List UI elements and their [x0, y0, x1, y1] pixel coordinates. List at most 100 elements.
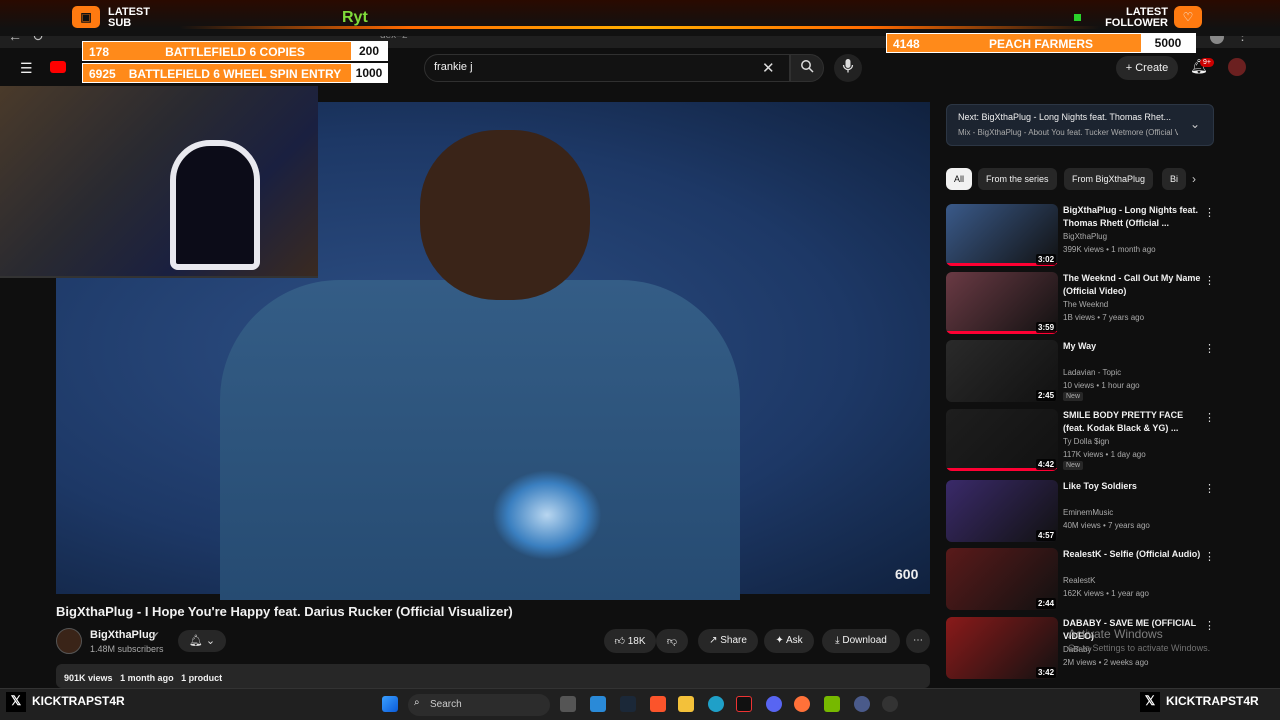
chevron-right-icon[interactable]: ›: [1192, 172, 1196, 186]
recommendation-meta: 162K views • 1 year ago: [1063, 589, 1149, 598]
video-duration: 3:02: [1036, 254, 1057, 265]
recommendation-meta: 117K views • 1 day ago: [1063, 450, 1146, 459]
share-button[interactable]: ↗ Share: [698, 629, 758, 653]
voice-search-button[interactable]: [834, 54, 862, 82]
up-next-panel[interactable]: [946, 104, 1214, 146]
product-count: 1 product: [181, 673, 223, 683]
chip-truncated[interactable]: Bi: [1162, 168, 1186, 190]
description-box[interactable]: 901K views 1 month ago 1 product: [56, 664, 930, 688]
edge-icon[interactable]: [708, 696, 724, 712]
windows-taskbar: [0, 688, 1280, 720]
chevron-down-icon: ⌄: [205, 635, 216, 647]
recommendation-meta: 2M views • 2 weeks ago: [1063, 658, 1149, 667]
video-duration: 4:42: [1036, 459, 1057, 470]
chevron-down-icon[interactable]: ⌄: [1190, 117, 1200, 131]
live-dot-icon: [1074, 14, 1081, 21]
recommendation-item[interactable]: 4:57 Like Toy Soldiers EminemMusic 40M view…: [946, 480, 1216, 544]
more-vertical-icon[interactable]: ⋮: [1204, 342, 1215, 355]
recommendation-title[interactable]: My Way: [1063, 340, 1201, 353]
recommendation-meta: 10 views • 1 hour ago: [1063, 381, 1140, 390]
video-frame-figure: [220, 280, 740, 600]
webcam-overlay: [0, 86, 318, 278]
account-avatar[interactable]: [1228, 58, 1246, 76]
recommendation-title[interactable]: BigXthaPlug - Long Nights feat. Thomas R…: [1063, 204, 1201, 230]
steam-icon[interactable]: [620, 696, 636, 712]
more-vertical-icon[interactable]: ⋮: [1204, 482, 1215, 495]
recommendation-channel[interactable]: Ladavian - Topic: [1063, 368, 1121, 377]
search-input-value[interactable]: frankie j: [434, 61, 473, 73]
ask-button[interactable]: ✦ Ask: [764, 629, 814, 653]
recommendation-meta: 1B views • 7 years ago: [1063, 313, 1145, 322]
video-duration: 4:57: [1036, 530, 1057, 541]
recommendation-channel[interactable]: RealestK: [1063, 576, 1095, 585]
goal-target: 1000: [351, 64, 387, 82]
file-explorer-icon[interactable]: [678, 696, 694, 712]
download-label: Download: [842, 635, 887, 646]
chip-from-series[interactable]: From the series: [978, 168, 1057, 190]
clear-search-icon[interactable]: ✕: [762, 59, 775, 77]
recommendation-title[interactable]: The Weeknd - Call Out My Name (Official …: [1063, 272, 1201, 298]
discord-icon[interactable]: [766, 696, 782, 712]
recommendation-channel[interactable]: BigXthaPlug: [1063, 232, 1107, 241]
like-button[interactable]: 👍︎ 18K: [604, 629, 656, 653]
brave-icon[interactable]: [650, 696, 666, 712]
recommendation-item[interactable]: 2:44 RealestK - Selfie (Official Audio) Re…: [946, 548, 1216, 612]
video-duration: 2:44: [1036, 598, 1057, 609]
search-input[interactable]: [424, 54, 790, 82]
thumbs-up-icon: 👍︎: [614, 636, 628, 647]
recommendation-item[interactable]: 3:02 BigXthaPlug - Long Nights feat. Thom…: [946, 204, 1216, 268]
recommendation-item[interactable]: 2:45 My Way Ladavian - Topic 10 views • 1 h…: [946, 340, 1216, 404]
windows-start-icon[interactable]: [382, 696, 398, 712]
recommendation-title[interactable]: SMILE BODY PRETTY FACE (feat. Kodak Blac…: [1063, 409, 1201, 435]
search-icon: ⌕: [414, 697, 420, 708]
x-logo-icon: 𝕏: [6, 692, 26, 712]
kick-handle-text: KICKTRAPST4R: [32, 694, 125, 709]
webcam-chair: [170, 140, 260, 270]
channel-avatar[interactable]: [56, 628, 82, 654]
more-actions-button[interactable]: ⋯: [906, 629, 930, 653]
search-button[interactable]: [790, 54, 824, 82]
recommendation-channel[interactable]: EminemMusic: [1063, 508, 1113, 517]
recommendation-channel[interactable]: Ty Dolla $ign: [1063, 437, 1109, 446]
recommendation-title[interactable]: RealestK - Selfie (Official Audio): [1063, 548, 1201, 561]
activate-windows-subtitle: Go to Settings to activate Windows.: [1068, 643, 1211, 653]
obs-icon[interactable]: [882, 696, 898, 712]
chip-all[interactable]: All: [946, 168, 973, 190]
dislike-button[interactable]: 👎︎: [656, 629, 688, 653]
chip-from-channel[interactable]: From BigXthaPlug: [1064, 168, 1154, 190]
app-icon[interactable]: [854, 696, 870, 712]
youtube-logo-icon[interactable]: [50, 61, 66, 73]
recommendation-item[interactable]: 3:59 The Weeknd - Call Out My Name (Offic…: [946, 272, 1216, 336]
notification-preference-button[interactable]: 🔔︎ ⌄: [178, 630, 226, 652]
thumbs-down-icon: 👎︎: [666, 636, 678, 647]
microphone-icon: [842, 59, 854, 73]
search-icon: [801, 60, 814, 73]
tiktok-icon[interactable]: [736, 696, 752, 712]
firefox-icon[interactable]: [794, 696, 810, 712]
more-vertical-icon[interactable]: ⋮: [1204, 411, 1215, 424]
view-count: 901K views: [64, 673, 113, 683]
hamburger-menu-icon[interactable]: ☰: [20, 60, 33, 77]
more-vertical-icon[interactable]: ⋮: [1204, 274, 1215, 287]
task-view-icon[interactable]: [560, 696, 576, 712]
more-vertical-icon[interactable]: ⋮: [1204, 550, 1215, 563]
recommendation-meta: 399K views • 1 month ago: [1063, 245, 1156, 254]
subscriber-count: 1.48M subscribers: [90, 644, 164, 654]
new-badge: New: [1063, 392, 1084, 401]
more-vertical-icon[interactable]: ⋮: [1204, 206, 1215, 219]
download-button[interactable]: ⤓ Download: [822, 629, 900, 653]
latest-follower-label: LATEST FOLLOWER: [1105, 6, 1168, 29]
taskbar-search-input[interactable]: Search: [408, 694, 550, 716]
recommendation-meta: 40M views • 7 years ago: [1063, 521, 1150, 530]
recommendation-title[interactable]: Like Toy Soldiers: [1063, 480, 1201, 493]
widgets-icon[interactable]: [590, 696, 606, 712]
nvidia-icon[interactable]: [824, 696, 840, 712]
goal-target: 5000: [1141, 34, 1195, 52]
up-next-title[interactable]: Next: BigXthaPlug - Long Nights feat. Th…: [958, 112, 1178, 122]
recommendation-item[interactable]: 4:42 SMILE BODY PRETTY FACE (feat. Kodak …: [946, 409, 1216, 473]
channel-name[interactable]: BigXthaPlug: [90, 629, 155, 641]
goal-bar-copies: 178 BATTLEFIELD 6 COPIES 200: [82, 41, 388, 61]
more-vertical-icon[interactable]: ⋮: [1204, 619, 1215, 632]
recommendation-channel[interactable]: The Weeknd: [1063, 300, 1108, 309]
create-button[interactable]: + Create: [1116, 56, 1178, 80]
